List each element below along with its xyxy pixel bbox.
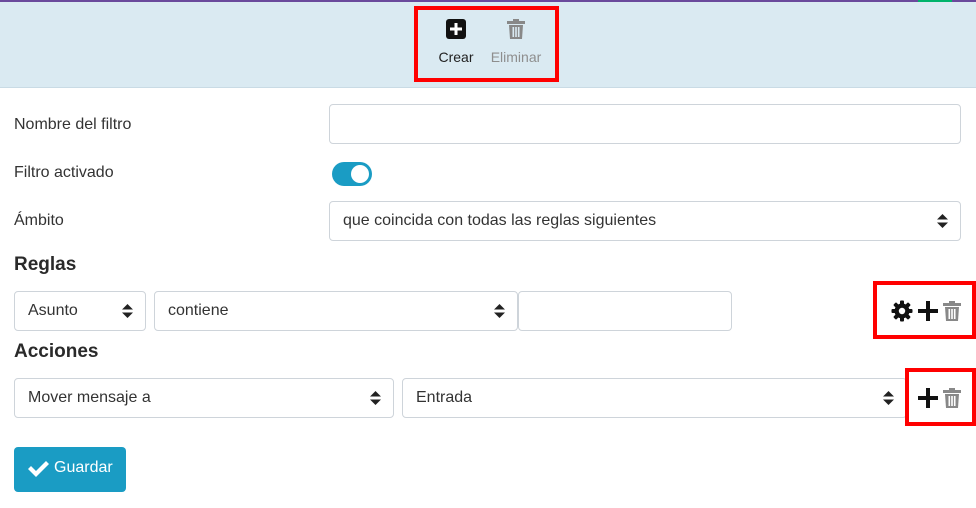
toolbar-highlight-box: Crear Eliminar xyxy=(414,6,559,82)
save-button[interactable]: Guardar xyxy=(14,447,126,492)
rules-heading: Reglas xyxy=(14,254,77,275)
action-buttons-highlight-box xyxy=(905,368,976,426)
filter-name-input[interactable] xyxy=(329,104,961,144)
scope-select[interactable]: que coincida con todas las reglas siguie… xyxy=(329,201,961,241)
select-arrows-icon xyxy=(370,391,381,405)
rule-value-input[interactable] xyxy=(518,291,732,331)
action-target-value: Entrada xyxy=(416,389,473,406)
plus-icon[interactable] xyxy=(917,300,939,322)
rule-operator-value: contiene xyxy=(168,302,229,319)
scope-label: Ámbito xyxy=(14,212,64,229)
create-label: Crear xyxy=(438,49,474,65)
action-target-select[interactable]: Entrada xyxy=(402,378,907,418)
actions-heading: Acciones xyxy=(14,341,99,362)
trash-icon xyxy=(507,19,525,39)
action-type-select[interactable]: Mover mensaje a xyxy=(14,378,394,418)
plus-icon[interactable] xyxy=(917,387,939,409)
action-type-value: Mover mensaje a xyxy=(28,389,151,406)
scope-select-value: que coincida con todas las reglas siguie… xyxy=(343,212,657,229)
trash-icon[interactable] xyxy=(941,387,963,409)
rule-operator-select[interactable]: contiene xyxy=(154,291,518,331)
select-arrows-icon xyxy=(494,304,505,318)
delete-label: Eliminar xyxy=(490,49,542,65)
check-icon xyxy=(28,461,49,477)
delete-button[interactable]: Eliminar xyxy=(486,14,546,74)
save-label: Guardar xyxy=(54,459,113,476)
select-arrows-icon xyxy=(122,304,133,318)
rule-field-value: Asunto xyxy=(28,302,78,319)
select-arrows-icon xyxy=(937,214,948,228)
select-arrows-icon xyxy=(883,391,894,405)
filter-name-label: Nombre del filtro xyxy=(14,116,132,133)
filter-enabled-toggle[interactable] xyxy=(332,162,372,186)
trash-icon[interactable] xyxy=(941,300,963,322)
toggle-knob xyxy=(351,165,369,183)
toolbar: Crear Eliminar xyxy=(0,2,976,88)
gear-icon[interactable] xyxy=(891,300,913,322)
filter-enabled-label: Filtro activado xyxy=(14,164,114,181)
rule-actions-highlight-box xyxy=(873,281,976,339)
plus-square-icon xyxy=(446,19,466,39)
create-button[interactable]: Crear xyxy=(426,14,486,74)
rule-field-select[interactable]: Asunto xyxy=(14,291,146,331)
